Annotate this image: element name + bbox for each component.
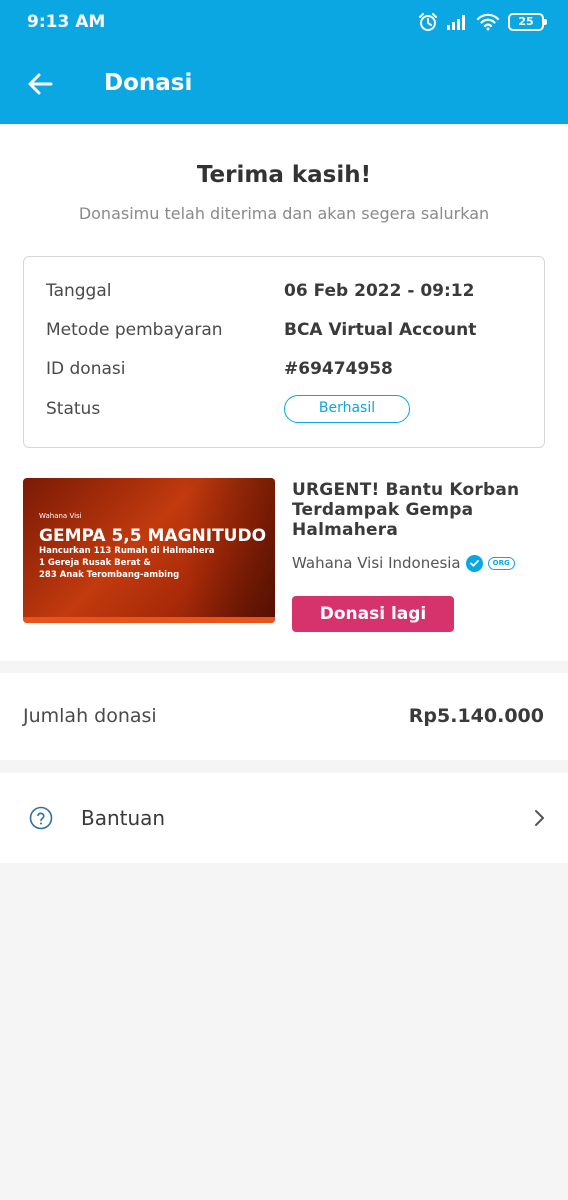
campaign-image[interactable]: Wahana Visi GEMPA 5,5 MAGNITUDO Hancurka… xyxy=(23,478,275,623)
donation-summary: Terima kasih! Donasimu telah diterima da… xyxy=(0,124,568,661)
alarm-icon xyxy=(419,13,437,31)
wifi-icon xyxy=(476,13,500,31)
campaign-organizer[interactable]: Wahana Visi Indonesia ORG xyxy=(292,554,515,572)
donate-again-button[interactable]: Donasi lagi xyxy=(292,596,454,632)
detail-row-payment-method: Metode pembayaran BCA Virtual Account xyxy=(24,320,544,350)
app-header: 9:13 AM 25 Donasi xyxy=(0,0,568,124)
status-badge: Berhasil xyxy=(284,395,410,423)
org-badge: ORG xyxy=(487,556,515,570)
detail-value: BCA Virtual Account xyxy=(284,320,477,340)
page-title: Donasi xyxy=(104,70,193,96)
image-headline: GEMPA 5,5 MAGNITUDO xyxy=(39,526,267,546)
thanks-title: Terima kasih! xyxy=(196,162,372,188)
thanks-subtitle: Donasimu telah diterima dan akan segera … xyxy=(78,204,490,223)
detail-label: ID donasi xyxy=(46,359,126,379)
status-time: 9:13 AM xyxy=(27,12,106,32)
image-bottom-bar xyxy=(23,617,275,623)
organizer-name: Wahana Visi Indonesia xyxy=(292,554,461,572)
back-button[interactable] xyxy=(22,66,58,102)
detail-label: Status xyxy=(46,399,101,419)
detail-row-donation-id: ID donasi #69474958 xyxy=(24,359,544,389)
help-label: Bantuan xyxy=(81,806,166,830)
chevron-right-icon xyxy=(535,810,544,826)
detail-value: 06 Feb 2022 - 09:12 xyxy=(284,281,475,301)
image-text-line: Hancurkan 113 Rumah di Halmahera xyxy=(39,546,215,556)
detail-label: Metode pembayaran xyxy=(46,320,223,340)
signal-icon xyxy=(447,15,465,30)
help-circle-icon xyxy=(29,806,53,830)
donation-amount-section: Jumlah donasi Rp5.140.000 xyxy=(0,673,568,760)
arrow-left-icon xyxy=(28,73,53,95)
detail-row-status: Status Berhasil xyxy=(24,395,544,429)
help-row[interactable]: Bantuan xyxy=(0,773,568,863)
donation-details-card: Tanggal 06 Feb 2022 - 09:12 Metode pemba… xyxy=(23,256,545,448)
amount-value: Rp5.140.000 xyxy=(408,705,544,727)
battery-icon: 25 xyxy=(508,13,547,31)
image-org-logo: Wahana Visi xyxy=(39,512,82,520)
detail-value: #69474958 xyxy=(284,359,393,379)
amount-label: Jumlah donasi xyxy=(23,705,157,727)
detail-row-date: Tanggal 06 Feb 2022 - 09:12 xyxy=(24,281,544,311)
status-icons: 25 xyxy=(418,12,547,32)
campaign-title[interactable]: URGENT! Bantu Korban Terdampak Gempa Hal… xyxy=(292,480,542,540)
image-text-line: 1 Gereja Rusak Berat & xyxy=(39,558,151,568)
image-text-line: 283 Anak Terombang-ambing xyxy=(39,570,180,580)
detail-label: Tanggal xyxy=(46,281,112,301)
verified-icon xyxy=(465,554,483,572)
